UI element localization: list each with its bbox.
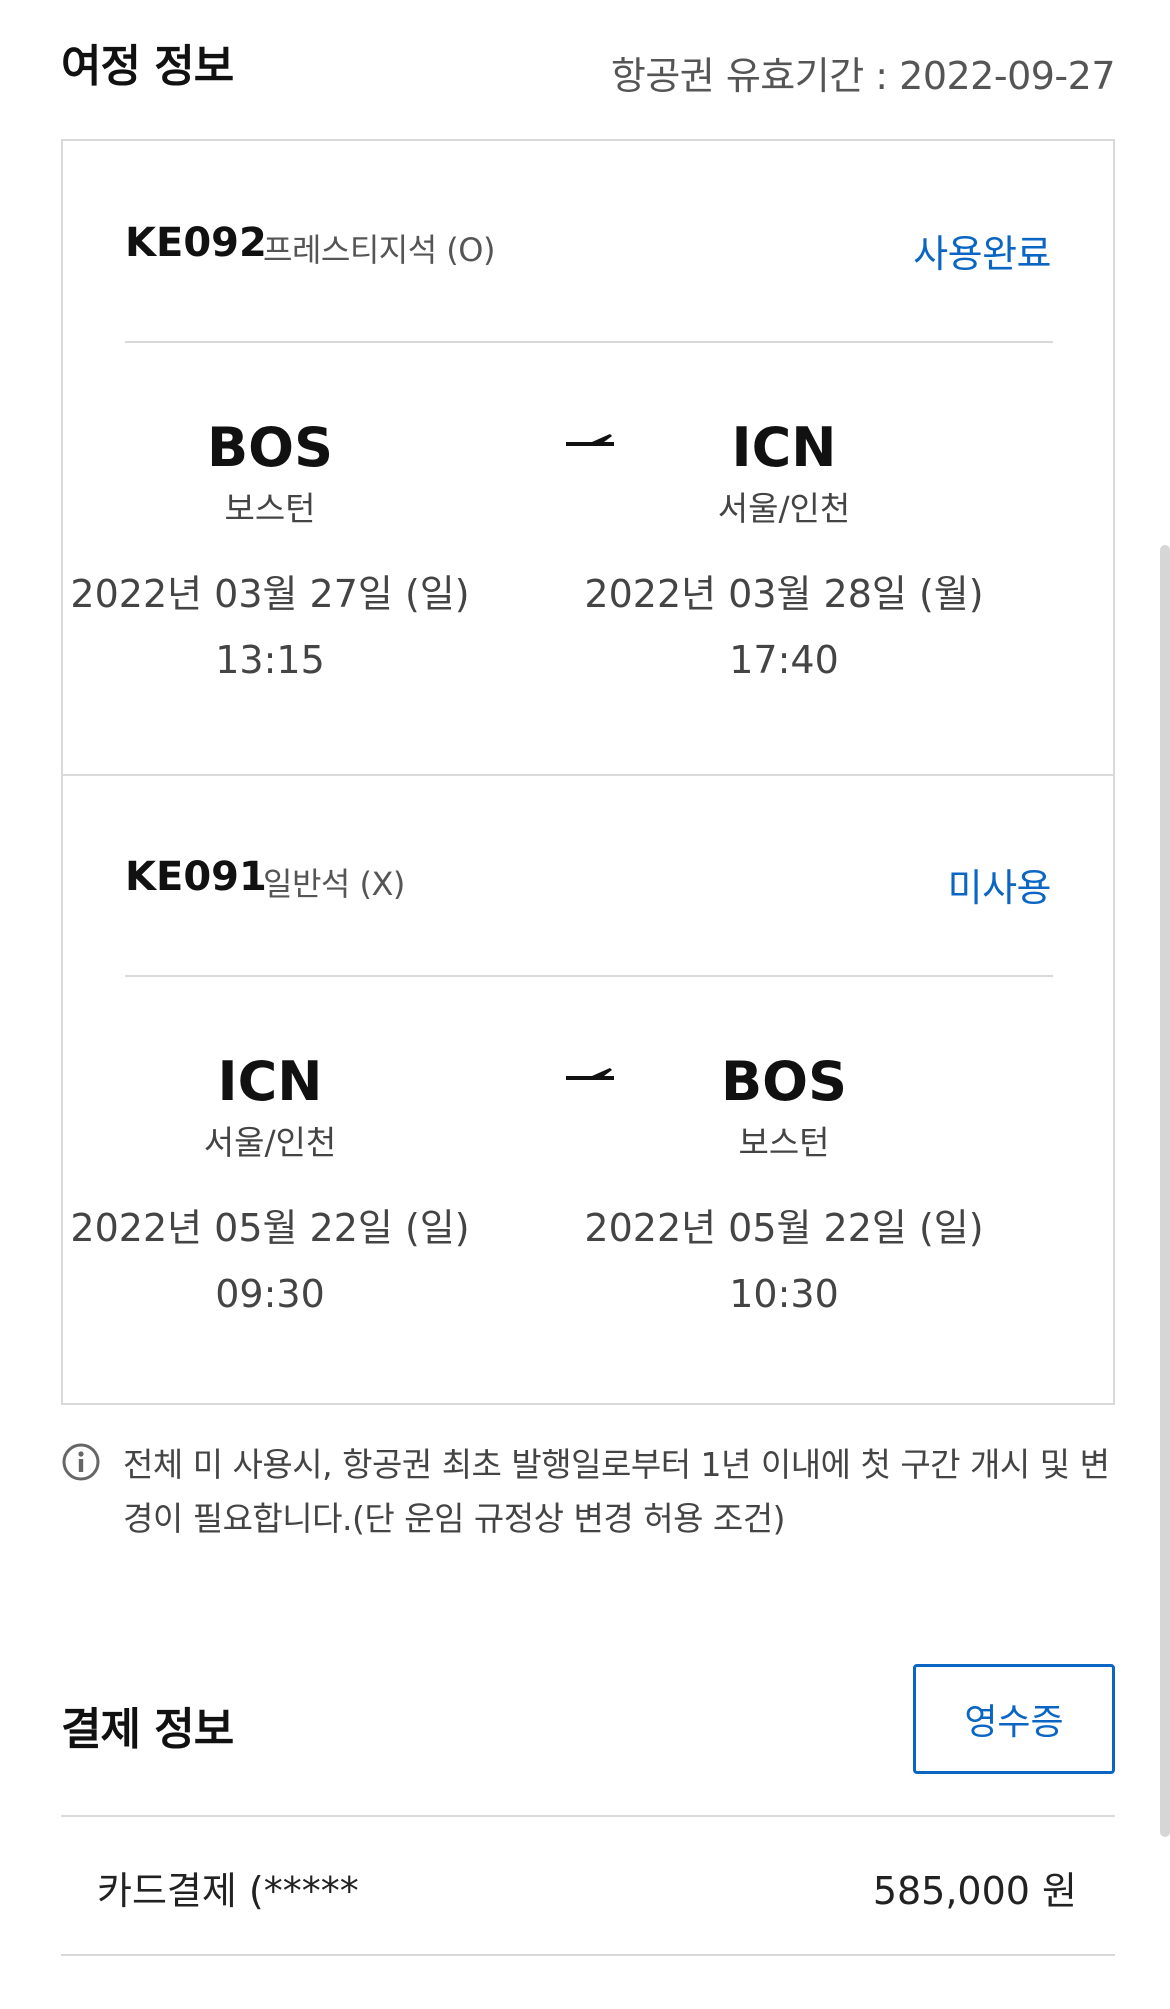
city-name: 서울/인천 xyxy=(203,1123,337,1162)
departure-date: 2022년 03월 27일 (일) xyxy=(70,572,470,616)
cabin-class: 일반석 (X) xyxy=(263,865,405,903)
segment-status: 사용완료 xyxy=(913,232,1051,276)
arrival-date: 2022년 05월 22일 (일) xyxy=(584,1206,984,1250)
airport-code: ICN xyxy=(217,1050,323,1113)
origin: ICN 서울/인천 2022년 05월 22일 (일) 09:30 xyxy=(20,1051,520,1317)
destination: ICN 서울/인천 2022년 03월 28일 (월) 17:40 xyxy=(534,417,1034,683)
cabin-class: 프레스티지석 (O) xyxy=(263,231,495,269)
segment-divider xyxy=(63,774,1113,776)
payment-method: 카드결제 (***** xyxy=(97,1869,359,1913)
arrival-time: 10:30 xyxy=(729,1272,839,1316)
departure-time: 13:15 xyxy=(215,638,325,682)
notice-text: 전체 미 사용시, 항공권 최초 발행일로부터 1년 이내에 첫 구간 개시 및… xyxy=(123,1445,1110,1538)
divider xyxy=(125,975,1053,977)
itinerary-title: 여정 정보 xyxy=(61,41,234,92)
receipt-button[interactable]: 영수증 xyxy=(913,1664,1115,1774)
arrival-date: 2022년 03월 28일 (월) xyxy=(584,572,984,616)
city-name: 서울/인천 xyxy=(717,489,851,528)
payment-amount: 585,000 원 xyxy=(872,1869,1077,1913)
city-name: 보스턴 xyxy=(738,1123,830,1162)
city-name: 보스턴 xyxy=(224,489,316,528)
airport-code: BOS xyxy=(721,1050,847,1113)
info-icon xyxy=(62,1443,100,1481)
payment-title: 결제 정보 xyxy=(61,1704,234,1755)
airport-code: ICN xyxy=(731,416,837,479)
airport-code: BOS xyxy=(207,416,333,479)
ticket-validity: 항공권 유효기간 : 2022-09-27 xyxy=(610,54,1116,98)
flight-number: KE092 xyxy=(125,220,267,266)
itinerary-card: KE092 프레스티지석 (O) 사용완료 BOS 보스턴 2022년 03월 … xyxy=(61,139,1115,1405)
divider xyxy=(125,341,1053,343)
departure-date: 2022년 05월 22일 (일) xyxy=(70,1206,470,1250)
departure-time: 09:30 xyxy=(215,1272,325,1316)
divider xyxy=(61,1815,1115,1817)
arrival-time: 17:40 xyxy=(729,638,839,682)
divider xyxy=(61,1954,1115,1956)
scrollbar[interactable] xyxy=(1160,545,1170,1837)
flight-number: KE091 xyxy=(125,854,267,900)
segment-status: 미사용 xyxy=(947,866,1052,910)
origin: BOS 보스턴 2022년 03월 27일 (일) 13:15 xyxy=(20,417,520,683)
destination: BOS 보스턴 2022년 05월 22일 (일) 10:30 xyxy=(534,1051,1034,1317)
